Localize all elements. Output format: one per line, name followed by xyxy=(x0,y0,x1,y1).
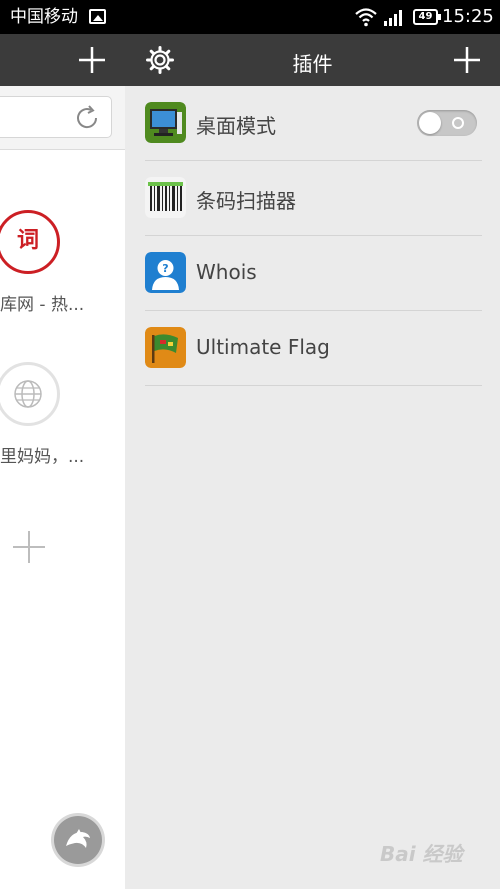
dolphin-menu-button[interactable] xyxy=(54,816,102,864)
baidu-watermark: Bai 经验 xyxy=(380,842,463,866)
plugin-name: Whois xyxy=(196,260,257,284)
signal-icon xyxy=(384,10,402,26)
speed-dial-label: 库网 - 热... xyxy=(0,295,85,315)
ultimate-flag-icon xyxy=(145,327,186,368)
globe-icon xyxy=(14,380,42,408)
page-title: 插件 xyxy=(292,52,333,76)
dolphin-icon xyxy=(66,829,90,848)
wifi-icon xyxy=(355,8,377,27)
barcode-scanner-icon xyxy=(145,177,186,218)
browser-toolbar xyxy=(0,34,125,86)
image-notification-icon xyxy=(89,9,106,24)
new-tab-plus-icon[interactable] xyxy=(76,44,108,76)
add-speed-dial-icon[interactable] xyxy=(11,529,47,565)
refresh-icon[interactable] xyxy=(72,103,102,133)
plugin-item-barcode-scanner[interactable]: 条码扫描器 xyxy=(145,161,482,236)
plugin-item-ultimate-flag[interactable]: Ultimate Flag xyxy=(145,311,482,386)
desktop-mode-toggle[interactable] xyxy=(417,110,477,136)
address-bar-area xyxy=(0,86,125,150)
plugins-header: 插件 xyxy=(125,34,500,86)
carrier-name: 中国移动 xyxy=(10,7,78,27)
desktop-mode-icon xyxy=(145,102,186,143)
speed-dial-ci-glyph: 词 xyxy=(16,228,39,253)
plugin-item-desktop-mode[interactable]: 桌面模式 xyxy=(145,86,482,161)
status-bar: 中国移动 49 15:25 xyxy=(0,0,500,34)
plugin-name: Ultimate Flag xyxy=(196,335,330,359)
speed-dial-ci[interactable]: 词 xyxy=(0,210,60,274)
toggle-off-indicator xyxy=(452,117,464,129)
plugin-name: 桌面模式 xyxy=(196,114,276,138)
toggle-knob xyxy=(419,112,441,134)
clock: 15:25 xyxy=(442,6,494,27)
svg-text:?: ? xyxy=(162,262,168,275)
add-plugin-plus-icon[interactable] xyxy=(451,44,483,76)
whois-icon: ? xyxy=(145,252,186,293)
plugin-item-whois[interactable]: ? Whois xyxy=(145,236,482,311)
speed-dial-globe[interactable] xyxy=(0,362,60,426)
plugin-name: 条码扫描器 xyxy=(196,189,296,213)
browser-panel[interactable]: 词 库网 - 热... 里妈妈，... xyxy=(0,34,125,889)
plugin-list: 桌面模式 条码扫描器 ? Whois Ultimate Flag xyxy=(145,86,482,386)
battery-indicator: 49 xyxy=(413,9,441,25)
speed-dial-label: 里妈妈，... xyxy=(0,447,85,467)
